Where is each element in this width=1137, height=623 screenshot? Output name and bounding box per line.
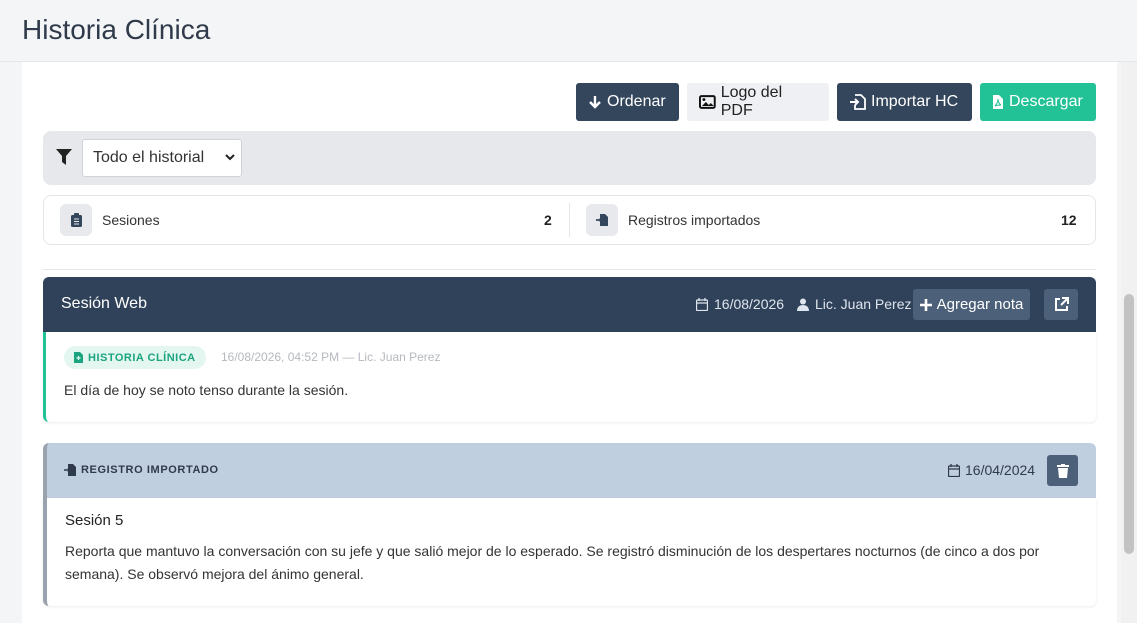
- importados-label: Registros importados: [628, 212, 761, 228]
- imported-record-date-text: 16/04/2024: [965, 462, 1036, 478]
- imported-record-label-text: REGISTRO IMPORTADO: [81, 464, 219, 476]
- image-icon: [699, 95, 716, 109]
- descargar-button[interactable]: Descargar: [980, 83, 1096, 121]
- session-date-text: 16/08/2026: [714, 296, 785, 312]
- ordenar-button[interactable]: Ordenar: [576, 83, 679, 121]
- sesiones-count: 2: [544, 212, 552, 228]
- logo-pdf-button[interactable]: Logo del PDF: [687, 83, 829, 121]
- logo-pdf-label: Logo del PDF: [720, 84, 783, 119]
- trash-icon: [1056, 463, 1069, 478]
- session-professional: Lic. Juan Perez: [797, 296, 912, 312]
- external-link-icon: [1054, 297, 1069, 311]
- importados-count: 12: [1061, 212, 1077, 228]
- page-title: Historia Clínica: [22, 14, 211, 45]
- scrollbar[interactable]: [1121, 62, 1137, 623]
- sesiones-stat-icon: [60, 204, 92, 236]
- history-filter-value: Todo el historial: [93, 149, 205, 166]
- session-note-body: [43, 332, 1096, 422]
- plus-icon: [919, 298, 932, 311]
- calendar-icon: [696, 297, 708, 311]
- scrollbar-thumb[interactable]: [1124, 294, 1134, 554]
- calendar-icon: [948, 463, 960, 477]
- note-meta: 16/08/2026, 04:52 PM — Lic. Juan Perez: [221, 350, 441, 364]
- historia-clinica-tag: HISTORIA CLÍNICA: [64, 346, 206, 369]
- historia-clinica-tag-label: HISTORIA CLÍNICA: [88, 351, 196, 364]
- session-date: 16/08/2026: [696, 296, 784, 312]
- add-note-button[interactable]: Agregar nota: [913, 289, 1030, 320]
- importar-hc-button[interactable]: Importar HC: [837, 83, 972, 121]
- open-session-button[interactable]: [1044, 289, 1078, 320]
- file-import-icon: [850, 94, 866, 110]
- stats-divider: [569, 203, 570, 237]
- importar-hc-label: Importar HC: [871, 93, 959, 110]
- user-icon: [797, 298, 809, 311]
- imported-record-date: 16/04/2024: [948, 462, 1035, 478]
- sesiones-label: Sesiones: [102, 212, 160, 228]
- add-note-label: Agregar nota: [936, 296, 1024, 313]
- ordenar-label: Ordenar: [607, 93, 666, 110]
- file-pdf-icon: [993, 95, 1003, 109]
- session-title: Sesión Web: [61, 295, 147, 312]
- descargar-label: Descargar: [1009, 93, 1083, 110]
- section-divider: [43, 269, 1096, 270]
- imported-record-text: Reporta que mantuvo la conversación con …: [65, 543, 1040, 582]
- session-professional-text: Lic. Juan Perez: [815, 296, 912, 312]
- filter-icon: [56, 149, 72, 165]
- file-import-icon: [596, 214, 608, 226]
- importados-stat-icon: [586, 204, 618, 236]
- delete-record-button[interactable]: [1047, 455, 1078, 486]
- clipboard-icon: [70, 213, 82, 227]
- file-import-icon: [64, 464, 76, 476]
- imported-record-title: Sesión 5: [65, 512, 124, 529]
- chevron-down-icon: [225, 154, 235, 161]
- history-filter-select[interactable]: Todo el historial: [82, 139, 242, 177]
- imported-record-label: REGISTRO IMPORTADO: [64, 464, 219, 476]
- file-medical-icon: [74, 352, 83, 363]
- note-text: El día de hoy se noto tenso durante la s…: [64, 382, 349, 398]
- arrow-down-icon: [589, 95, 601, 109]
- top-header: Historia Clínica: [0, 0, 1137, 62]
